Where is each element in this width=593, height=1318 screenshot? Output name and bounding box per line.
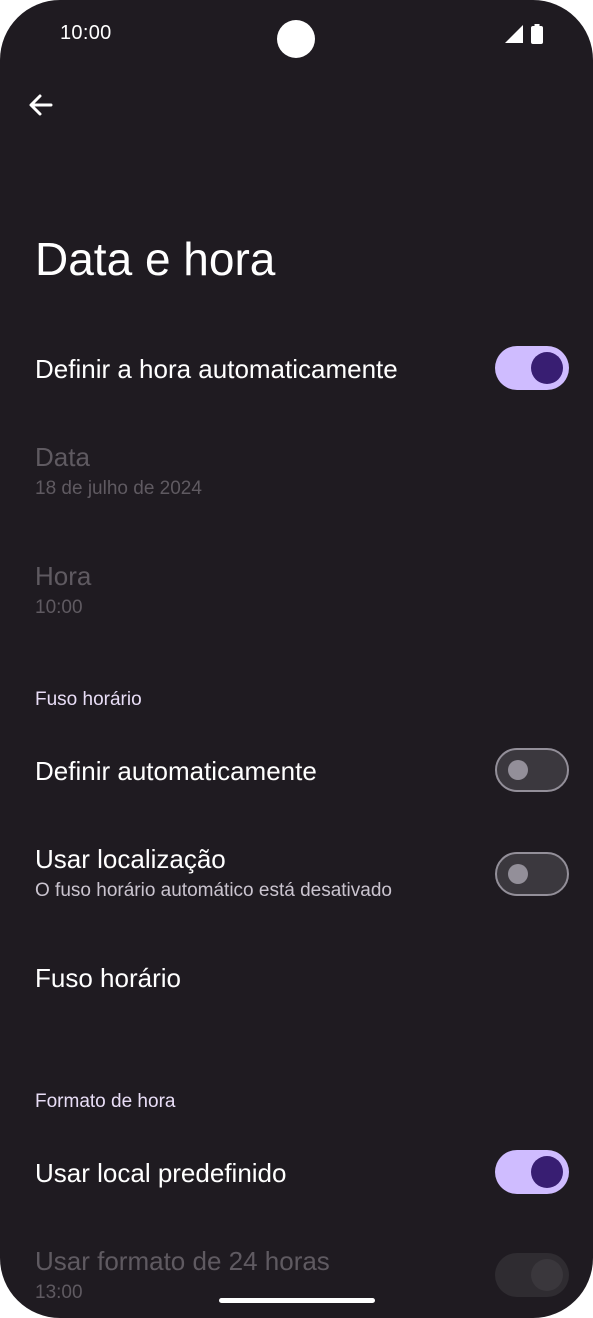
auto-timezone-row[interactable]: Definir automaticamente xyxy=(35,754,569,788)
auto-timezone-toggle[interactable] xyxy=(495,748,569,792)
use-location-subtitle: O fuso horário automático está desativad… xyxy=(35,880,392,901)
date-label: Data xyxy=(35,442,90,472)
signal-icon xyxy=(505,25,523,43)
use-locale-row[interactable]: Usar local predefinido xyxy=(35,1156,569,1190)
time-label: Hora xyxy=(35,561,92,591)
status-bar: 10:00 xyxy=(0,0,593,68)
date-row[interactable]: Data 18 de julho de 2024 xyxy=(35,440,569,502)
date-value: 18 de julho de 2024 xyxy=(35,478,202,499)
use-location-row[interactable]: Usar localização O fuso horário automáti… xyxy=(35,842,569,904)
format-section-header: Formato de hora xyxy=(35,1091,176,1112)
use-24h-label: Usar formato de 24 horas xyxy=(35,1246,330,1276)
timezone-row[interactable]: Fuso horário xyxy=(35,961,569,995)
back-button[interactable] xyxy=(22,88,60,126)
status-icons xyxy=(505,24,543,44)
auto-time-toggle[interactable] xyxy=(495,346,569,390)
use-location-toggle[interactable] xyxy=(495,852,569,896)
use-24h-row[interactable]: Usar formato de 24 horas 13:00 xyxy=(35,1244,569,1306)
page-title: Data e hora xyxy=(35,233,276,285)
auto-timezone-label: Definir automaticamente xyxy=(35,756,317,786)
use-location-label: Usar localização xyxy=(35,844,226,874)
toggle-knob xyxy=(531,352,563,384)
camera-cutout xyxy=(277,20,315,58)
arrow-left-icon xyxy=(27,91,55,124)
toggle-knob xyxy=(531,1156,563,1188)
use-locale-label: Usar local predefinido xyxy=(35,1158,287,1188)
auto-time-row[interactable]: Definir a hora automaticamente xyxy=(35,352,569,386)
auto-time-label: Definir a hora automaticamente xyxy=(35,354,398,384)
toggle-knob xyxy=(508,864,528,884)
phone-screen: 10:00 Data e hora Definir a hora automat… xyxy=(0,0,593,1318)
status-time: 10:00 xyxy=(60,22,112,44)
use-24h-toggle[interactable] xyxy=(495,1253,569,1297)
timezone-label: Fuso horário xyxy=(35,963,181,993)
home-indicator[interactable] xyxy=(219,1298,375,1303)
battery-icon xyxy=(531,24,543,44)
time-value: 10:00 xyxy=(35,597,83,618)
toggle-knob xyxy=(531,1259,563,1291)
timezone-section-header: Fuso horário xyxy=(35,689,142,710)
use-locale-toggle[interactable] xyxy=(495,1150,569,1194)
toggle-knob xyxy=(508,760,528,780)
time-row[interactable]: Hora 10:00 xyxy=(35,559,569,621)
